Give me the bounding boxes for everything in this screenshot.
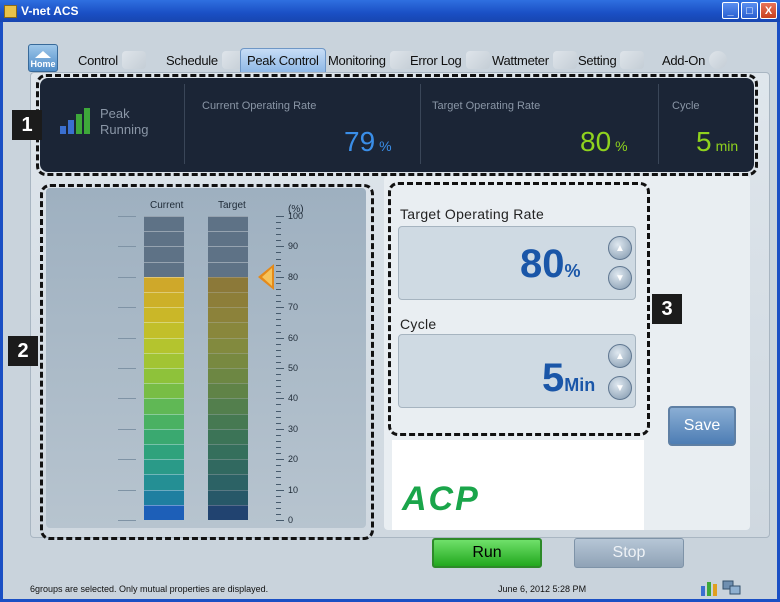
tab-setting[interactable]: Setting xyxy=(572,48,650,72)
tab-add-on[interactable]: Add-On xyxy=(656,48,733,72)
callout-region-2 xyxy=(40,184,374,540)
app-icon xyxy=(4,4,17,18)
run-button[interactable]: Run xyxy=(432,538,542,568)
control-icon xyxy=(121,51,146,69)
network-icon[interactable] xyxy=(722,580,741,596)
tab-label: Control xyxy=(78,52,118,68)
callout-region-3 xyxy=(388,182,650,436)
tab-label: Wattmeter xyxy=(492,52,549,68)
stop-button[interactable]: Stop xyxy=(574,538,684,568)
tab-error-log[interactable]: Error Log xyxy=(404,48,496,72)
setting-icon xyxy=(620,51,645,69)
tab-label: Peak Control xyxy=(247,53,319,68)
home-button[interactable]: Home xyxy=(28,44,58,72)
minimize-button[interactable]: _ xyxy=(722,2,739,19)
status-datetime: June 6, 2012 5:28 PM xyxy=(498,584,587,594)
callout-badge-3: 3 xyxy=(652,294,682,324)
tab-control[interactable]: Control xyxy=(72,48,152,72)
acp-logo: ACP xyxy=(402,480,480,518)
tab-label: Error Log xyxy=(410,52,462,68)
maximize-button[interactable]: □ xyxy=(741,2,758,19)
callout-region-1 xyxy=(36,74,758,176)
home-icon xyxy=(35,51,51,58)
tab-wattmeter[interactable]: Wattmeter xyxy=(486,48,583,72)
tab-label: Schedule xyxy=(166,52,218,68)
window-title: V-net ACS xyxy=(21,4,79,18)
tab-label: Setting xyxy=(578,52,617,68)
chart-icon[interactable] xyxy=(700,580,718,596)
title-bar: V-net ACS _ □ X xyxy=(0,0,780,22)
save-button[interactable]: Save xyxy=(668,406,736,446)
add-icon xyxy=(709,51,728,69)
tab-label: Monitoring xyxy=(328,52,386,68)
tab-schedule[interactable]: Schedule xyxy=(160,48,252,72)
callout-badge-2: 2 xyxy=(8,336,38,366)
home-label: Home xyxy=(30,59,56,69)
tab-label: Add-On xyxy=(662,52,706,68)
tab-peak-control[interactable]: Peak Control xyxy=(240,48,326,72)
callout-badge-1: 1 xyxy=(12,110,42,140)
status-message: 6groups are selected. Only mutual proper… xyxy=(30,584,269,594)
close-button[interactable]: X xyxy=(760,2,777,19)
